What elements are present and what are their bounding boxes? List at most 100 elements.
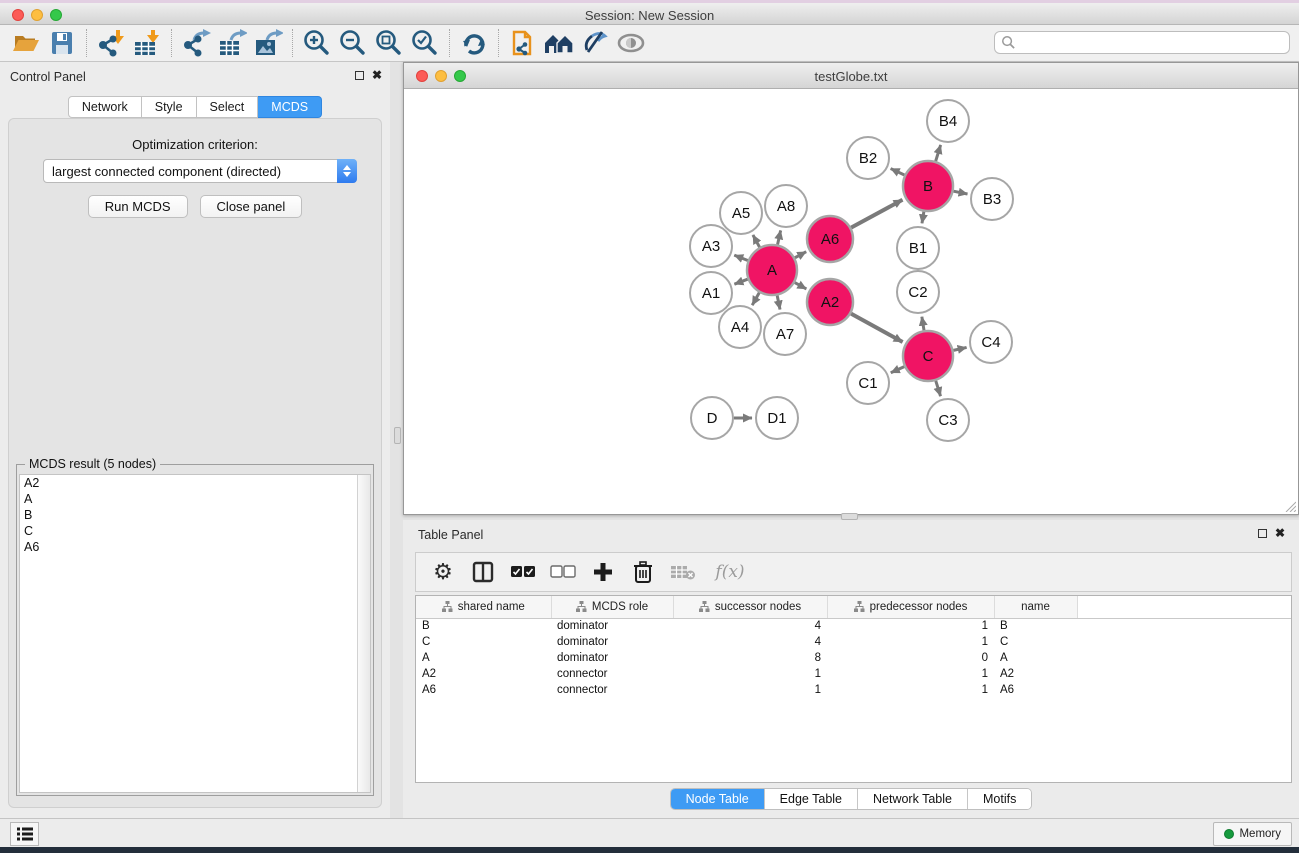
- graph-node-A6[interactable]: A6: [807, 216, 853, 262]
- table-cell[interactable]: A: [994, 650, 1077, 666]
- table-cell[interactable]: dominator: [551, 650, 673, 666]
- table-cell[interactable]: C: [416, 634, 551, 650]
- graph-node-A5[interactable]: A5: [720, 192, 762, 234]
- graph-node-B1[interactable]: B1: [897, 227, 939, 269]
- edge-C-C3[interactable]: [936, 381, 941, 396]
- edge-A-A5[interactable]: [753, 235, 760, 247]
- table-cell[interactable]: 1: [673, 682, 827, 698]
- graph-node-A8[interactable]: A8: [765, 185, 807, 227]
- graph-node-B2[interactable]: B2: [847, 137, 889, 179]
- memory-button[interactable]: Memory: [1213, 822, 1292, 846]
- close-table-panel-icon[interactable]: ✖: [1275, 528, 1285, 538]
- edge-A-A3[interactable]: [734, 255, 748, 260]
- graph-node-B4[interactable]: B4: [927, 100, 969, 142]
- export-network-button[interactable]: [178, 27, 214, 59]
- edge-B-B4[interactable]: [936, 145, 941, 161]
- hide-selection-button[interactable]: [577, 27, 613, 59]
- table-cell[interactable]: 1: [827, 666, 994, 682]
- table-cell[interactable]: A: [416, 650, 551, 666]
- splitter-grip-horizontal[interactable]: [841, 513, 858, 520]
- show-columns-icon[interactable]: [470, 559, 496, 585]
- tab-node-table[interactable]: Node Table: [671, 789, 764, 809]
- graph-node-D1[interactable]: D1: [756, 397, 798, 439]
- result-item[interactable]: C: [20, 523, 370, 539]
- table-row[interactable]: Adominator80A: [416, 650, 1291, 666]
- table-cell[interactable]: dominator: [551, 634, 673, 650]
- graph-node-B[interactable]: B: [903, 161, 953, 211]
- graph-node-C1[interactable]: C1: [847, 362, 889, 404]
- graph-node-A3[interactable]: A3: [690, 225, 732, 267]
- table-cell[interactable]: B: [994, 618, 1077, 634]
- zoom-selected-button[interactable]: [407, 27, 443, 59]
- edge-A-A8[interactable]: [778, 230, 781, 244]
- graph-node-B3[interactable]: B3: [971, 178, 1013, 220]
- delete-column-trash-icon[interactable]: [630, 559, 656, 585]
- edge-C-C1[interactable]: [891, 367, 904, 373]
- new-network-from-selection-button[interactable]: [505, 27, 541, 59]
- table-cell[interactable]: 0: [827, 650, 994, 666]
- import-table-button[interactable]: [129, 27, 165, 59]
- table-cell[interactable]: A2: [994, 666, 1077, 682]
- tab-mcds[interactable]: MCDS: [258, 96, 322, 118]
- graph-node-A[interactable]: A: [747, 245, 797, 295]
- edge-A-A7[interactable]: [777, 295, 780, 309]
- table-cell[interactable]: 1: [673, 666, 827, 682]
- table-cell[interactable]: A6: [994, 682, 1077, 698]
- graph-node-C2[interactable]: C2: [897, 271, 939, 313]
- table-cell[interactable]: dominator: [551, 618, 673, 634]
- table-row[interactable]: A6connector11A6: [416, 682, 1291, 698]
- deselect-all-columns-icon[interactable]: [550, 559, 576, 585]
- edge-A-A6[interactable]: [795, 252, 806, 258]
- edge-B-B1[interactable]: [922, 212, 924, 224]
- tab-style[interactable]: Style: [142, 96, 197, 118]
- tab-motifs[interactable]: Motifs: [967, 789, 1031, 809]
- splitter-grip-vertical[interactable]: [394, 427, 401, 444]
- table-row[interactable]: Cdominator41C: [416, 634, 1291, 650]
- export-table-button[interactable]: [214, 27, 250, 59]
- tab-network-table[interactable]: Network Table: [857, 789, 967, 809]
- search-box[interactable]: [994, 31, 1290, 54]
- optimization-criterion-dropdown[interactable]: largest connected component (directed): [43, 159, 357, 183]
- zoom-out-button[interactable]: [335, 27, 371, 59]
- result-item[interactable]: A: [20, 491, 370, 507]
- edge-A-A1[interactable]: [734, 279, 747, 284]
- export-image-button[interactable]: [250, 27, 286, 59]
- tab-network[interactable]: Network: [68, 96, 142, 118]
- table-cell[interactable]: A2: [416, 666, 551, 682]
- result-item[interactable]: B: [20, 507, 370, 523]
- table-cell[interactable]: B: [416, 618, 551, 634]
- graph-node-C[interactable]: C: [903, 331, 953, 381]
- column-header-predecessor-nodes[interactable]: predecessor nodes: [827, 596, 994, 618]
- edge-C-C2[interactable]: [922, 317, 924, 331]
- table-cell[interactable]: 4: [673, 618, 827, 634]
- table-cell[interactable]: connector: [551, 682, 673, 698]
- search-input[interactable]: [1016, 33, 1289, 52]
- first-neighbors-button[interactable]: [541, 27, 577, 59]
- graph-node-C4[interactable]: C4: [970, 321, 1012, 363]
- column-header-name[interactable]: name: [994, 596, 1077, 618]
- tab-edge-table[interactable]: Edge Table: [764, 789, 857, 809]
- graph-node-A7[interactable]: A7: [764, 313, 806, 355]
- window-resize-grip[interactable]: [1283, 499, 1296, 512]
- tab-select[interactable]: Select: [197, 96, 259, 118]
- task-history-button[interactable]: [10, 822, 39, 846]
- table-cell[interactable]: 4: [673, 634, 827, 650]
- result-scrollbar[interactable]: [357, 475, 370, 792]
- edge-A-A2[interactable]: [795, 283, 807, 289]
- graph-node-A2[interactable]: A2: [807, 279, 853, 325]
- edge-C-C4[interactable]: [953, 347, 966, 350]
- float-table-panel-icon[interactable]: [1258, 529, 1267, 538]
- edge-A2-C[interactable]: [851, 314, 903, 342]
- node-table[interactable]: shared nameMCDS rolesuccessor nodesprede…: [415, 595, 1292, 783]
- result-item[interactable]: A6: [20, 539, 370, 555]
- table-settings-gear-icon[interactable]: ⚙: [430, 559, 456, 585]
- table-cell[interactable]: 1: [827, 682, 994, 698]
- zoom-fit-button[interactable]: [371, 27, 407, 59]
- column-header-MCDS-role[interactable]: MCDS role: [551, 596, 673, 618]
- edge-A6-B[interactable]: [851, 200, 902, 228]
- table-row[interactable]: A2connector11A2: [416, 666, 1291, 682]
- show-all-button[interactable]: [613, 27, 649, 59]
- graph-node-D[interactable]: D: [691, 397, 733, 439]
- select-all-columns-icon[interactable]: [510, 559, 536, 585]
- edge-A-A4[interactable]: [752, 293, 759, 306]
